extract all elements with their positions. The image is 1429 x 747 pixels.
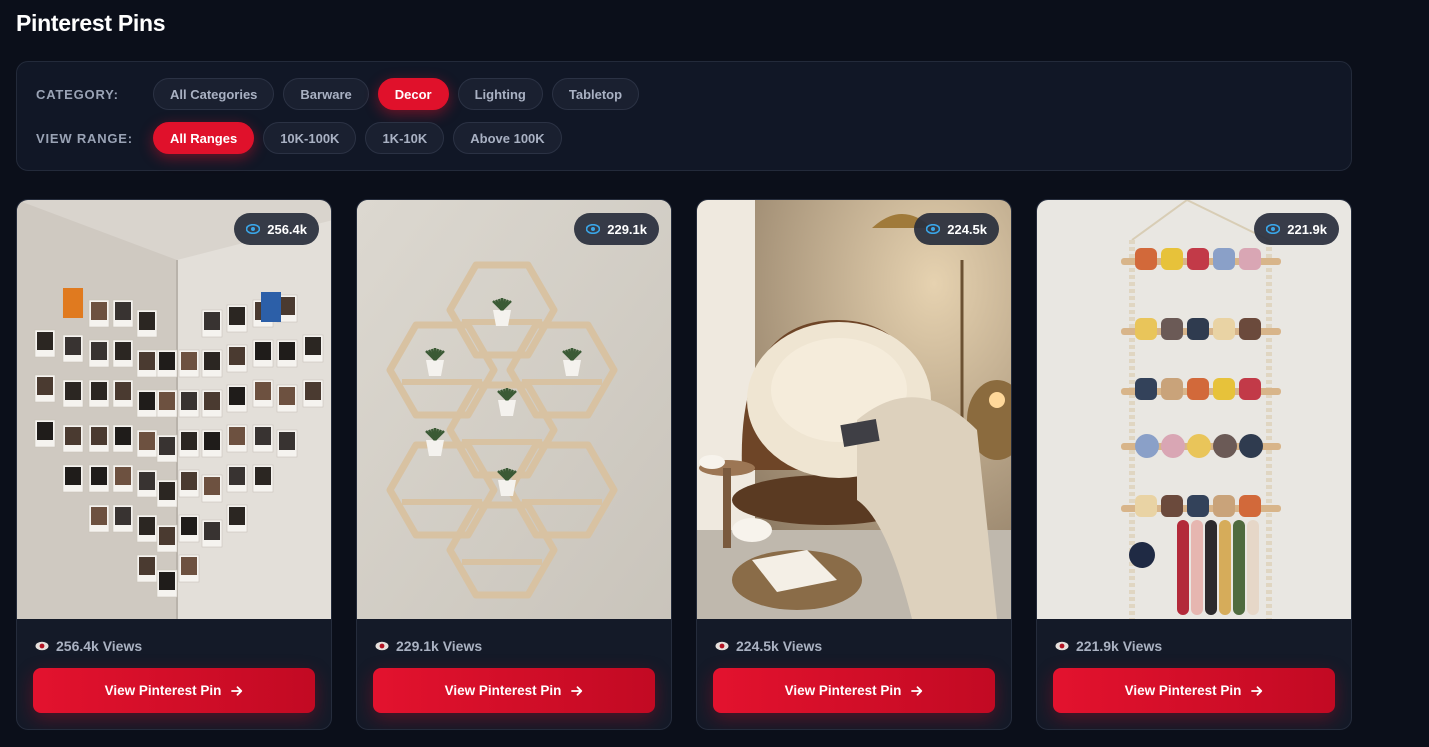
views-count: 224.5k Views — [715, 638, 822, 654]
eye-icon — [375, 641, 389, 651]
eye-icon — [35, 641, 49, 651]
view-pin-button-label: View Pinterest Pin — [784, 683, 902, 698]
pin-card: 256.4k 256.4k Views View Pinterest Pin — [16, 199, 332, 730]
pin-card: 224.5k 224.5k Views View Pinterest Pin — [696, 199, 1012, 730]
eye-icon — [715, 641, 729, 651]
views-badge: 256.4k — [234, 213, 319, 245]
views-count: 256.4k Views — [35, 638, 142, 654]
eye-icon — [1266, 224, 1281, 234]
view-range-chip[interactable]: All Ranges — [153, 122, 255, 154]
page-title: Pinterest Pins — [16, 10, 166, 36]
views-count: 229.1k Views — [375, 638, 482, 654]
category-chip[interactable]: Tabletop — [551, 78, 640, 110]
pin-image[interactable]: 224.5k — [697, 200, 1011, 619]
category-chip[interactable]: Lighting — [457, 78, 543, 110]
views-badge-count: 221.9k — [1287, 221, 1327, 237]
views-badge-count: 256.4k — [267, 221, 307, 237]
view-range-chip[interactable]: 1K-10K — [365, 122, 445, 154]
view-pinterest-pin-button[interactable]: View Pinterest Pin — [713, 668, 995, 713]
arrow-right-icon — [571, 685, 583, 696]
view-range-chip[interactable]: 10K-100K — [263, 122, 357, 154]
views-badge: 221.9k — [1254, 213, 1339, 245]
views-count-text: 229.1k Views — [396, 638, 483, 654]
views-count-text: 221.9k Views — [1076, 638, 1163, 654]
view-pinterest-pin-button[interactable]: View Pinterest Pin — [373, 668, 655, 713]
views-count-text: 256.4k Views — [56, 638, 143, 654]
arrow-right-icon — [1251, 685, 1263, 696]
view-pinterest-pin-button[interactable]: View Pinterest Pin — [33, 668, 315, 713]
eye-icon — [586, 224, 601, 234]
view-range-chip[interactable]: Above 100K — [453, 122, 562, 154]
views-badge: 224.5k — [914, 213, 999, 245]
pin-image[interactable]: 256.4k — [17, 200, 331, 619]
pin-image[interactable]: 221.9k — [1037, 200, 1351, 619]
category-chip[interactable]: Decor — [377, 78, 449, 110]
filter-panel: CATEGORY: All Categories Barware Decor Ligh… — [16, 61, 1352, 171]
view-pin-button-label: View Pinterest Pin — [444, 683, 562, 698]
arrow-right-icon — [911, 685, 923, 696]
category-chip[interactable]: All Categories — [153, 78, 275, 110]
arrow-right-icon — [231, 685, 243, 696]
eye-icon — [926, 224, 941, 234]
views-badge: 229.1k — [574, 213, 659, 245]
view-range-label: VIEW RANGE: — [36, 131, 133, 146]
eye-icon — [1055, 641, 1069, 651]
category-chip[interactable]: Barware — [283, 78, 369, 110]
view-pin-button-label: View Pinterest Pin — [1124, 683, 1242, 698]
views-badge-count: 229.1k — [607, 221, 647, 237]
view-pin-button-label: View Pinterest Pin — [104, 683, 222, 698]
eye-icon — [246, 224, 261, 234]
pin-card: 221.9k 221.9k Views View Pinterest Pin — [1036, 199, 1352, 730]
view-pinterest-pin-button[interactable]: View Pinterest Pin — [1053, 668, 1335, 713]
views-badge-count: 224.5k — [947, 221, 987, 237]
pin-card: 229.1k 229.1k Views View Pinterest Pin — [356, 199, 672, 730]
pin-image[interactable]: 229.1k — [357, 200, 671, 619]
views-count: 221.9k Views — [1055, 638, 1162, 654]
category-label: CATEGORY: — [36, 87, 119, 102]
views-count-text: 224.5k Views — [736, 638, 823, 654]
